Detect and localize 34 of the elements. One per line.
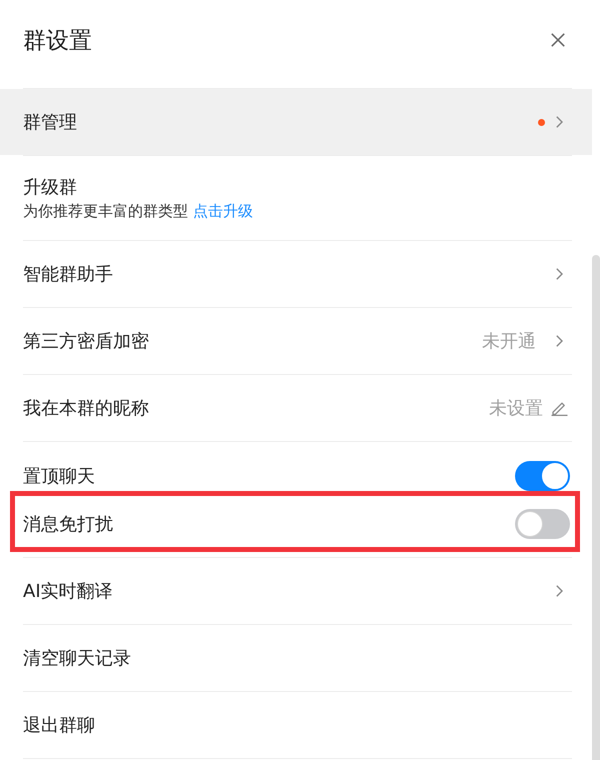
- dialog-title: 群设置: [23, 26, 92, 56]
- item-label: 智能群助手: [23, 263, 113, 286]
- settings-item[interactable]: 置顶聊天: [0, 442, 592, 500]
- settings-item[interactable]: 智能群助手: [0, 241, 592, 307]
- chevron-right-icon: [556, 585, 563, 597]
- item-value: 未开通: [482, 330, 536, 353]
- settings-item[interactable]: 清空聊天记录: [0, 625, 592, 691]
- item-label: 置顶聊天: [23, 465, 95, 488]
- chevron-right-icon: [556, 116, 563, 128]
- item-label: 升级群: [23, 176, 78, 199]
- close-icon: [551, 33, 565, 47]
- chevron-right-icon: [556, 268, 563, 280]
- settings-item[interactable]: 第三方密盾加密 未开通: [0, 308, 592, 374]
- item-label: AI实时翻译: [23, 580, 113, 603]
- upgrade-description: 为你推荐更丰富的群类型 点击升级: [23, 202, 253, 221]
- chevron-right-icon: [556, 335, 563, 347]
- settings-item[interactable]: 消息免打扰: [0, 500, 592, 557]
- pencil-icon: [551, 400, 568, 416]
- settings-item[interactable]: 退出群聊: [0, 692, 592, 758]
- item-label: 退出群聊: [23, 714, 95, 737]
- toggle-switch[interactable]: [515, 509, 570, 539]
- scrollbar-thumb[interactable]: [592, 255, 600, 760]
- item-label: 消息免打扰: [23, 513, 113, 536]
- close-button[interactable]: [551, 33, 565, 47]
- settings-item[interactable]: 升级群 为你推荐更丰富的群类型 点击升级: [0, 156, 592, 240]
- item-label: 第三方密盾加密: [23, 330, 149, 353]
- settings-item[interactable]: 我在本群的昵称 未设置: [0, 375, 592, 441]
- settings-item[interactable]: 群管理: [0, 89, 592, 155]
- toggle-switch[interactable]: [515, 461, 570, 491]
- item-label: 清空聊天记录: [23, 647, 131, 670]
- item-label: 我在本群的昵称: [23, 397, 149, 420]
- settings-item[interactable]: AI实时翻译: [0, 558, 592, 624]
- item-label: 群管理: [23, 111, 77, 134]
- item-value: 未设置: [489, 397, 543, 420]
